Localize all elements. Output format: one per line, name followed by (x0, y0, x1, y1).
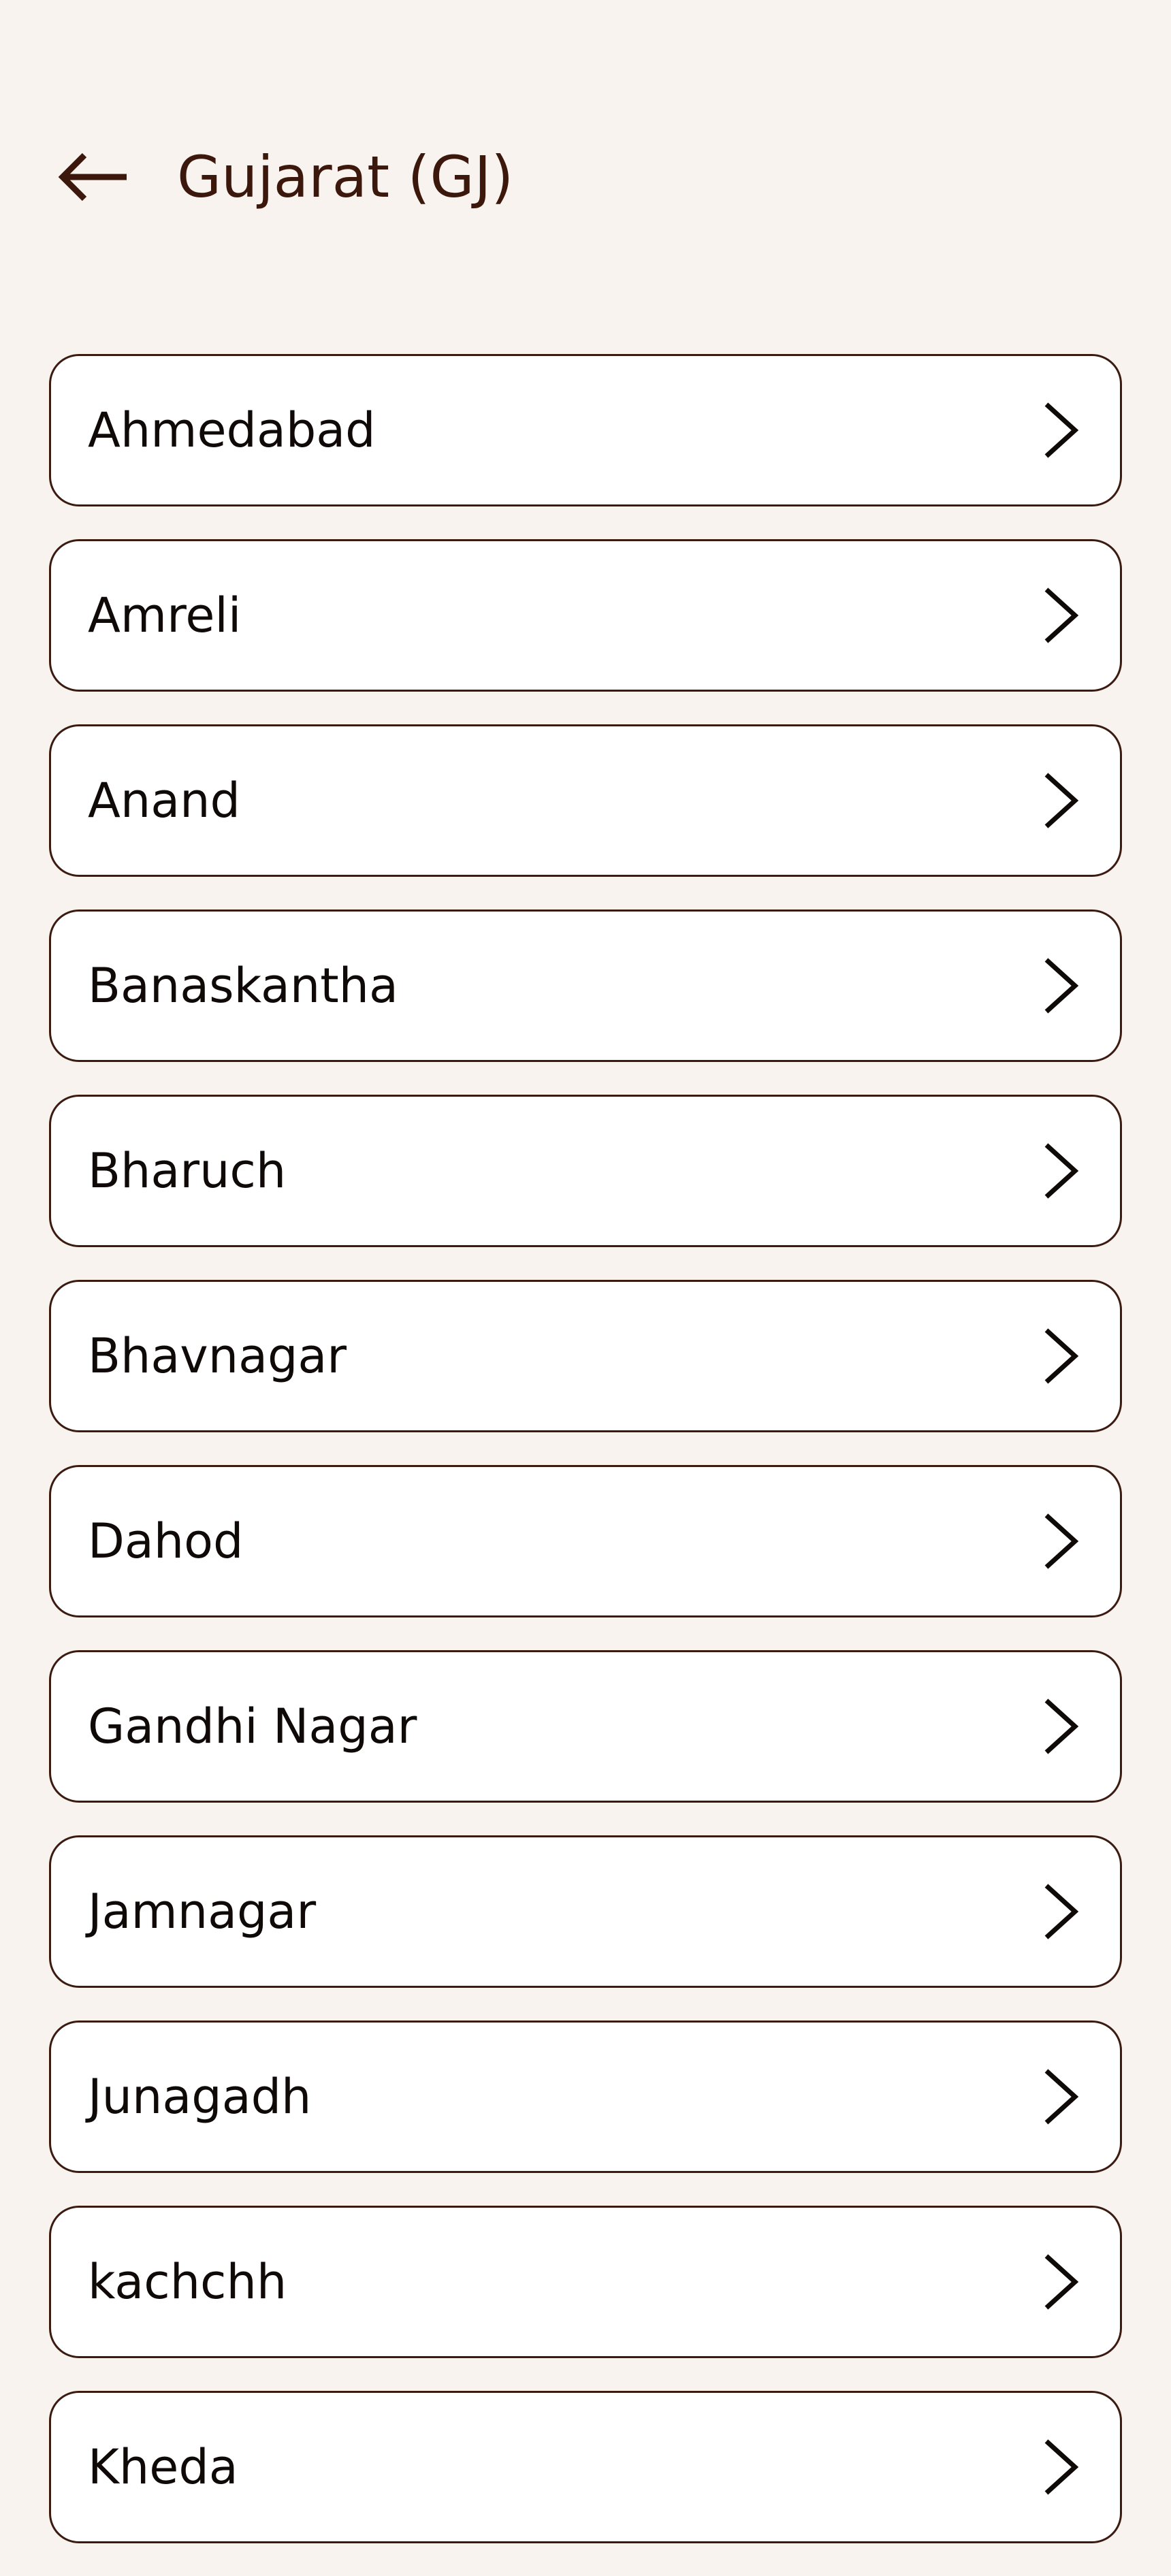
chevron-right-icon (1030, 1696, 1091, 1757)
district-item-bhavnagar[interactable]: Bhavnagar (49, 1280, 1122, 1432)
chevron-right-icon (1030, 1511, 1091, 1572)
district-item-jamnagar[interactable]: Jamnagar (49, 1835, 1122, 1988)
district-label: Ahmedabad (88, 402, 376, 458)
back-button[interactable] (45, 136, 140, 218)
chevron-right-icon (1030, 1881, 1091, 1942)
chevron-right-icon (1030, 770, 1091, 831)
district-item-kheda[interactable]: Kheda (49, 2391, 1122, 2543)
district-item-bharuch[interactable]: Bharuch (49, 1095, 1122, 1247)
district-item-kachchh[interactable]: kachchh (49, 2206, 1122, 2358)
district-label: Amreli (88, 587, 242, 643)
district-label: kachchh (88, 2254, 287, 2310)
chevron-right-icon (1030, 1140, 1091, 1202)
district-label: Jamnagar (88, 1884, 317, 1939)
district-label: Anand (88, 773, 240, 828)
chevron-right-icon (1030, 2436, 1091, 2498)
district-item-amreli[interactable]: Amreli (49, 539, 1122, 692)
chevron-right-icon (1030, 2251, 1091, 2313)
chevron-right-icon (1030, 955, 1091, 1016)
district-item-gandhi-nagar[interactable]: Gandhi Nagar (49, 1650, 1122, 1803)
district-label: Banaskantha (88, 958, 398, 1014)
district-label: Bharuch (88, 1143, 287, 1199)
chevron-right-icon (1030, 585, 1091, 646)
page-title: Gujarat (GJ) (177, 144, 514, 210)
district-label: Gandhi Nagar (88, 1698, 417, 1754)
district-label: Bhavnagar (88, 1328, 347, 1384)
district-item-junagadh[interactable]: Junagadh (49, 2020, 1122, 2173)
chevron-right-icon (1030, 1325, 1091, 1387)
district-item-dahod[interactable]: Dahod (49, 1465, 1122, 1617)
district-item-banaskantha[interactable]: Banaskantha (49, 909, 1122, 1062)
district-item-ahmedabad[interactable]: Ahmedabad (49, 354, 1122, 506)
district-label: Junagadh (88, 2069, 312, 2125)
arrow-left-icon (58, 152, 127, 202)
district-label: Kheda (88, 2439, 238, 2495)
chevron-right-icon (1030, 2066, 1091, 2127)
district-list: Ahmedabad Amreli Anand Banaskantha Bharu… (49, 354, 1122, 2576)
district-label: Dahod (88, 1513, 244, 1569)
chevron-right-icon (1030, 400, 1091, 461)
app-header: Gujarat (GJ) (0, 0, 1171, 286)
district-item-anand[interactable]: Anand (49, 724, 1122, 877)
